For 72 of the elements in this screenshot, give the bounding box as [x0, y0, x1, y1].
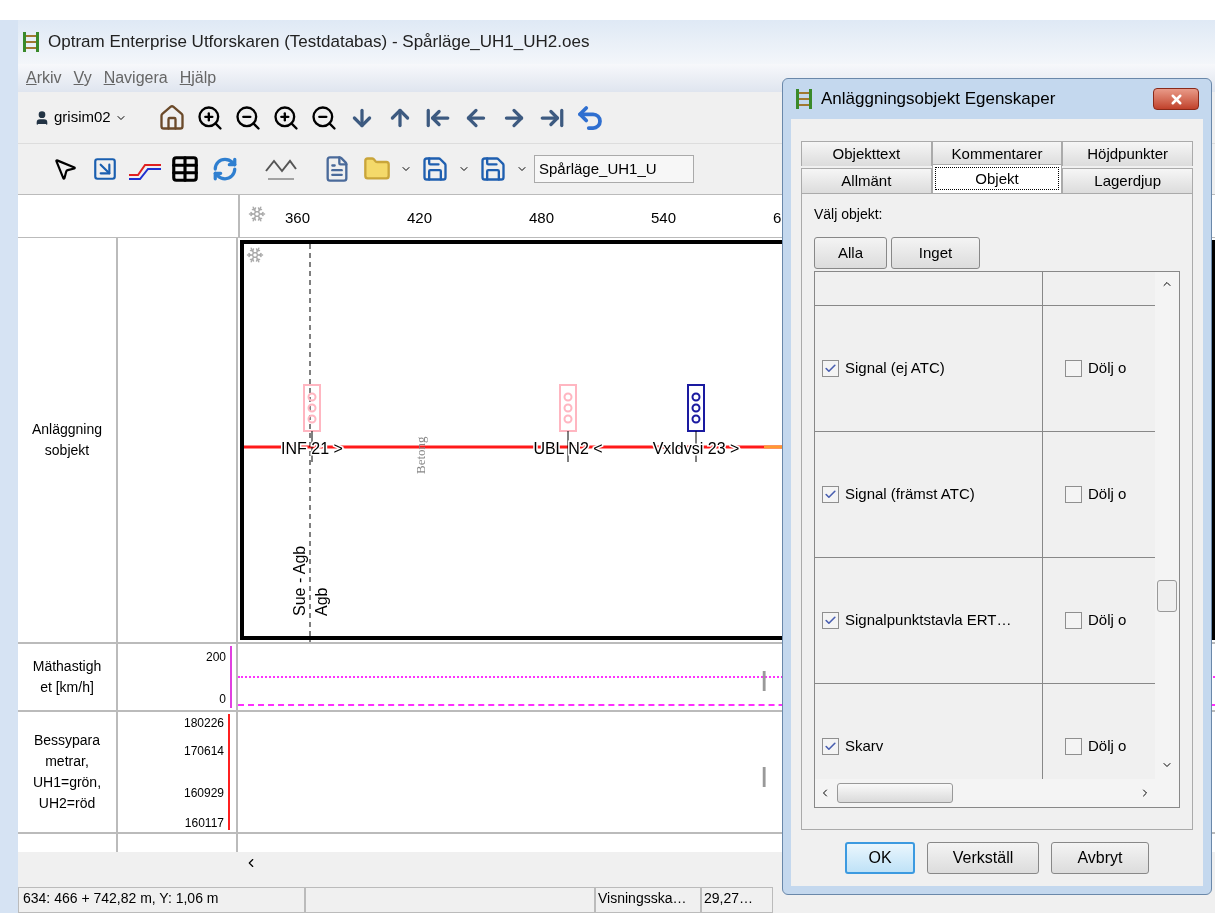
object-label: Signalpunktstavla ERT…	[845, 610, 1012, 631]
scroll-thumb[interactable]	[1157, 580, 1177, 612]
status-field: Visningsska…	[595, 887, 701, 913]
snowflake-icon	[247, 248, 263, 262]
axis-label: 200	[205, 649, 226, 666]
close-button[interactable]	[1153, 88, 1199, 110]
checkbox[interactable]	[822, 738, 839, 755]
check-icon	[824, 614, 837, 627]
scroll-thumb[interactable]	[837, 783, 953, 803]
checkbox[interactable]	[1065, 486, 1082, 503]
object-label: Betong	[413, 436, 428, 474]
ruler-tick-label: 540	[651, 208, 677, 228]
menu-item[interactable]: Arkiv	[26, 66, 62, 90]
menu-item[interactable]: Navigera	[103, 66, 168, 90]
plot-note: I	[760, 663, 769, 699]
axis-label: 170614	[183, 743, 224, 760]
check-icon	[824, 488, 837, 501]
dialog-button[interactable]: OK	[845, 842, 915, 874]
plot-note: I	[760, 759, 769, 795]
row-label: Mäthastigh et [km/h]	[18, 644, 118, 710]
hide-label: Dölj o	[1088, 358, 1127, 379]
user-icon	[34, 109, 50, 126]
ruler-tick-label: 6	[773, 208, 782, 228]
row-label: Anläggning sobjekt	[18, 238, 118, 642]
prompt-label: Välj objekt:	[814, 205, 884, 224]
object-label: Signal (främst ATC)	[845, 484, 975, 505]
hide-label: Dölj o	[1088, 484, 1127, 505]
snowflake-icon	[248, 205, 266, 223]
checkbox[interactable]	[822, 486, 839, 503]
menu-item[interactable]: Hjälp	[179, 66, 217, 90]
axis-label: 160117	[184, 815, 224, 832]
dialog-title: Anläggningsobjekt Egenskaper	[821, 88, 1057, 111]
checkbox[interactable]	[1065, 612, 1082, 629]
row-label: Bessypara metrar, UH1=grön, UH2=röd	[18, 712, 118, 832]
horizontal-scrollbar[interactable]	[815, 779, 1155, 807]
axis-label: 180226	[183, 715, 224, 732]
ruler-tick-label: 420	[407, 208, 433, 228]
hide-label: Dölj o	[1088, 610, 1127, 631]
object-label: Skarv	[845, 736, 884, 757]
tab[interactable]: Objekttext	[801, 141, 932, 166]
checkbox[interactable]	[1065, 738, 1082, 755]
hide-label: Dölj o	[1088, 736, 1127, 757]
menu-item[interactable]: Vy	[73, 66, 92, 90]
checkbox[interactable]	[822, 360, 839, 377]
rail-logo-icon	[795, 89, 813, 109]
tab[interactable]: Allmänt	[801, 168, 932, 193]
file-combo[interactable]: Spårläge_UH1_U	[534, 155, 694, 183]
window-title: Optram Enterprise Utforskaren (Testdatabas) - Spårläge_UH1_UH2.oes	[48, 31, 590, 54]
select-button[interactable]: Inget	[891, 237, 980, 269]
user-dropdown[interactable]: grisim02	[26, 102, 135, 133]
ruler-tick-label: 480	[529, 208, 555, 228]
object-label: Sue - Agb	[291, 545, 308, 616]
tab[interactable]: Kommentarer	[931, 141, 1063, 166]
dialog-button[interactable]: Verkställ	[927, 842, 1039, 874]
object-label: Signal (ej ATC)	[845, 358, 945, 379]
checkbox[interactable]	[1065, 360, 1082, 377]
tab[interactable]: Objekt	[931, 164, 1063, 193]
status-field: 634: 466 + 742,82 m, Y: 1,06 m	[18, 887, 305, 913]
check-icon	[824, 362, 837, 375]
tab[interactable]: Lagerdjup	[1062, 168, 1193, 193]
rail-logo-icon	[22, 32, 40, 52]
object-label: Agb	[313, 587, 330, 616]
axis-label: 0	[219, 691, 226, 708]
select-button[interactable]: Alla	[814, 237, 887, 269]
dialog-button[interactable]: Avbryt	[1051, 842, 1149, 874]
status-field: 29,27…	[701, 887, 773, 913]
axis-label: 160929	[183, 785, 224, 802]
checkbox[interactable]	[822, 612, 839, 629]
ruler-tick-label: 360	[285, 208, 311, 228]
check-icon	[824, 740, 837, 753]
vertical-scrollbar[interactable]	[1155, 272, 1179, 807]
tab[interactable]: Höjdpunkter	[1062, 141, 1193, 166]
